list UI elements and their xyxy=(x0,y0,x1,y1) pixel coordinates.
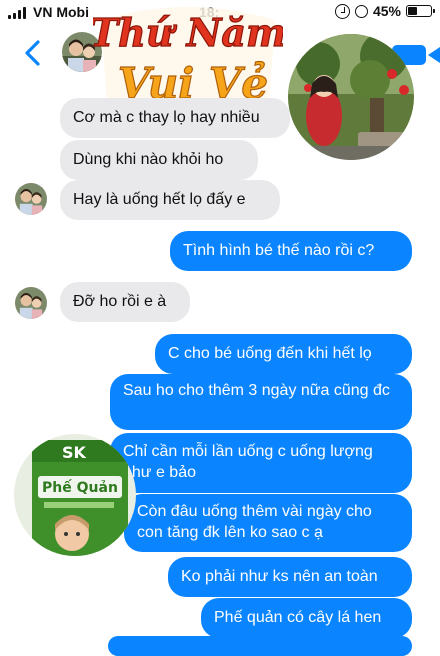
sender-avatar[interactable] xyxy=(15,183,47,215)
signal-strength-icon xyxy=(8,7,26,19)
book-brand: SK xyxy=(62,443,87,462)
message-bubble-outgoing-partial[interactable] xyxy=(108,636,412,656)
message-bubble-incoming[interactable]: Đỡ ho rồi e à xyxy=(60,282,190,322)
product-sticker: SK Phế Quản xyxy=(14,434,136,556)
message-bubble-outgoing[interactable]: Còn đâu uống thêm vài ngày cho con tăng … xyxy=(124,494,412,552)
carrier-name: VN Mobi xyxy=(33,4,89,20)
message-bubble-incoming[interactable]: Cơ mà c thay lọ hay nhiều xyxy=(60,98,290,138)
message-bubble-outgoing[interactable]: C cho bé uống đến khi hết lọ xyxy=(155,334,412,374)
orientation-lock-icon xyxy=(334,3,350,19)
thursday-sticker: Thứ Năm Vui Vẻ xyxy=(89,0,287,110)
message-bubble-outgoing[interactable]: Sau ho cho thêm 3 ngày nữa cũng đc xyxy=(110,374,412,430)
back-button[interactable] xyxy=(20,38,48,68)
battery-percent: 45% xyxy=(372,3,401,19)
message-bubble-outgoing[interactable]: Chỉ cần mỗi lần uống c uống lượng như e … xyxy=(110,433,412,493)
book-title: Phế Quản xyxy=(42,479,118,496)
message-bubble-outgoing[interactable]: Phế quản có cây lá hen xyxy=(201,598,412,638)
message-bubble-outgoing[interactable]: Ko phải như ks nên an toàn xyxy=(168,557,412,597)
message-bubble-incoming[interactable]: Dùng khi nào khỏi ho xyxy=(60,140,258,180)
battery-icon xyxy=(406,5,435,17)
photo-sticker xyxy=(288,34,414,160)
message-bubble-outgoing[interactable]: Tình hình bé thế nào rồi c? xyxy=(170,231,412,271)
message-bubble-incoming[interactable]: Hay là uống hết lọ đấy e xyxy=(60,180,280,220)
chevron-left-icon xyxy=(25,40,40,66)
alarm-icon xyxy=(354,4,368,18)
sticker-title-line1: Thứ Năm xyxy=(93,10,283,55)
sender-avatar[interactable] xyxy=(15,287,47,319)
